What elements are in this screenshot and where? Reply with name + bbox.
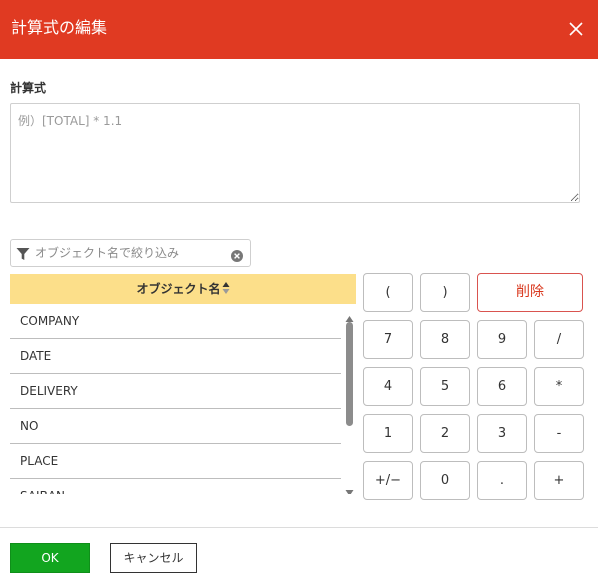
list-item-no[interactable]: NO [10, 409, 341, 444]
sort-icon[interactable] [222, 276, 230, 294]
list-item-saiban[interactable]: SAIBAN [10, 479, 341, 494]
key-multiply[interactable]: * [534, 367, 584, 406]
object-table-header[interactable]: オブジェクト名 [10, 274, 356, 304]
list-item-company[interactable]: COMPANY [10, 304, 341, 339]
scroll-up-arrow-icon[interactable] [345, 308, 354, 322]
key-close-paren[interactable]: ) [420, 273, 470, 312]
object-filter [10, 239, 251, 267]
filter-icon [16, 246, 30, 260]
list-item-delivery[interactable]: DELIVERY [10, 374, 341, 409]
key-0[interactable]: 0 [420, 461, 470, 500]
key-divide[interactable]: / [534, 320, 584, 359]
scroll-down-arrow-icon[interactable] [345, 482, 354, 494]
object-list[interactable]: COMPANY DATE DELIVERY NO PLACE SAIBAN [10, 304, 356, 494]
delete-button[interactable]: 削除 [477, 273, 583, 312]
key-plus[interactable]: + [534, 461, 584, 500]
cancel-button[interactable]: キャンセル [110, 543, 197, 573]
ok-button[interactable]: OK [10, 543, 90, 573]
key-7[interactable]: 7 [363, 320, 413, 359]
filter-input[interactable] [35, 243, 225, 263]
key-8[interactable]: 8 [420, 320, 470, 359]
key-plus-minus[interactable]: +/− [363, 461, 413, 500]
formula-input[interactable] [10, 103, 580, 203]
key-6[interactable]: 6 [477, 367, 527, 406]
footer-divider [0, 527, 598, 528]
object-table-header-label: オブジェクト名 [136, 282, 221, 296]
key-1[interactable]: 1 [363, 414, 413, 453]
key-9[interactable]: 9 [477, 320, 527, 359]
close-icon[interactable] [566, 19, 586, 39]
key-4[interactable]: 4 [363, 367, 413, 406]
list-item-place[interactable]: PLACE [10, 444, 341, 479]
key-5[interactable]: 5 [420, 367, 470, 406]
dialog-header: 計算式の編集 [0, 0, 598, 59]
formula-label: 計算式 [10, 81, 47, 95]
key-minus[interactable]: - [534, 414, 584, 453]
object-list-scrollbar[interactable] [343, 304, 356, 494]
key-open-paren[interactable]: ( [363, 273, 413, 312]
key-3[interactable]: 3 [477, 414, 527, 453]
clear-icon[interactable] [231, 247, 243, 262]
key-2[interactable]: 2 [420, 414, 470, 453]
scroll-thumb[interactable] [346, 322, 353, 426]
key-decimal[interactable]: . [477, 461, 527, 500]
dialog-title: 計算式の編集 [11, 18, 108, 37]
list-item-date[interactable]: DATE [10, 339, 341, 374]
